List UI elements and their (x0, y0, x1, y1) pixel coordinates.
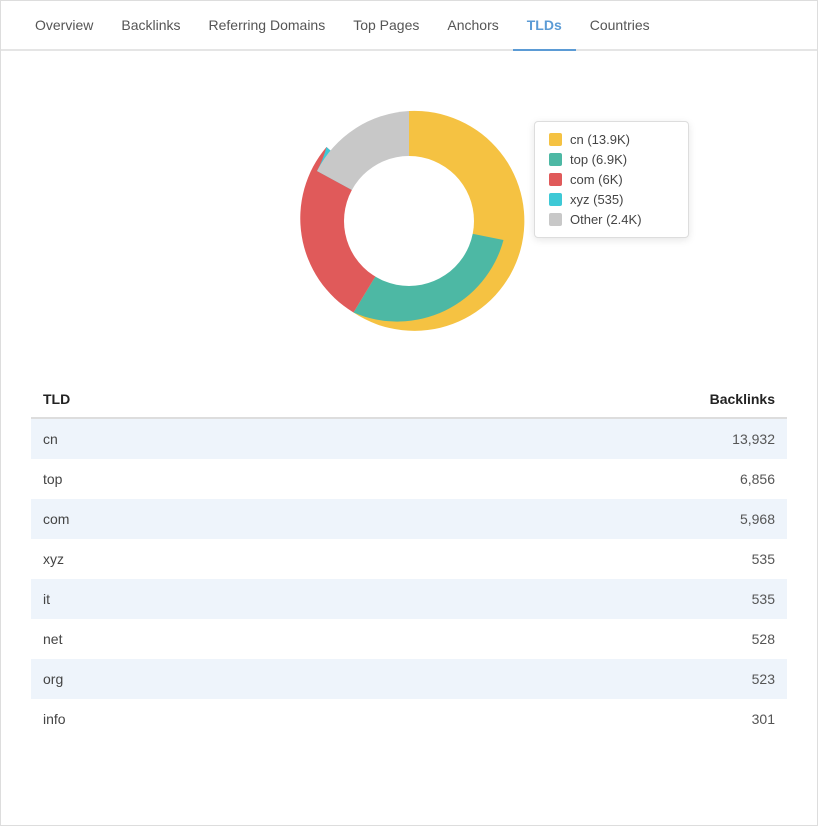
table-row: xyz 535 (31, 539, 787, 579)
tooltip-color-swatch (549, 153, 562, 166)
nav-tab-overview[interactable]: Overview (21, 1, 107, 51)
table-row: top 6,856 (31, 459, 787, 499)
tld-table: TLD Backlinks cn 13,932 top 6,856 com 5,… (31, 381, 787, 739)
backlinks-cell: 5,968 (306, 499, 787, 539)
tooltip-color-swatch (549, 193, 562, 206)
table-row: net 528 (31, 619, 787, 659)
tooltip-color-swatch (549, 133, 562, 146)
tooltip-item-label: xyz (535) (570, 192, 623, 207)
backlinks-cell: 13,932 (306, 418, 787, 459)
tooltip-item-label: com (6K) (570, 172, 623, 187)
table-body: cn 13,932 top 6,856 com 5,968 xyz 535 it… (31, 418, 787, 739)
donut-chart: cn (13.9K)top (6.9K)com (6K)xyz (535)Oth… (279, 91, 539, 351)
tld-cell: top (31, 459, 306, 499)
tooltip-color-swatch (549, 213, 562, 226)
table-row: info 301 (31, 699, 787, 739)
tld-cell: com (31, 499, 306, 539)
chart-area: cn (13.9K) top (6.9K) com (6K) xyz (535) Oth… (1, 51, 817, 371)
backlinks-cell: 523 (306, 659, 787, 699)
backlinks-cell: 301 (306, 699, 787, 739)
backlinks-cell: 528 (306, 619, 787, 659)
tld-cell: it (31, 579, 306, 619)
tooltip-color-swatch (549, 173, 562, 186)
nav-tab-referring-domains[interactable]: Referring Domains (195, 1, 340, 51)
nav-tabs: OverviewBacklinksReferring DomainsTop Pa… (1, 1, 817, 51)
table-section: TLD Backlinks cn 13,932 top 6,856 com 5,… (1, 371, 817, 759)
backlinks-cell: 6,856 (306, 459, 787, 499)
table-row: com 5,968 (31, 499, 787, 539)
tooltip-item: cn (13.9K) (549, 132, 674, 147)
tld-cell: org (31, 659, 306, 699)
tooltip-item: top (6.9K) (549, 152, 674, 167)
tooltip-item-label: cn (13.9K) (570, 132, 630, 147)
tooltip-item: xyz (535) (549, 192, 674, 207)
col-tld-header: TLD (31, 381, 306, 418)
backlinks-cell: 535 (306, 539, 787, 579)
tooltip-item: com (6K) (549, 172, 674, 187)
donut-svg (279, 91, 539, 351)
tld-cell: info (31, 699, 306, 739)
nav-tab-tlds[interactable]: TLDs (513, 1, 576, 51)
nav-tab-anchors[interactable]: Anchors (433, 1, 512, 51)
nav-tab-backlinks[interactable]: Backlinks (107, 1, 194, 51)
table-row: org 523 (31, 659, 787, 699)
tld-cell: xyz (31, 539, 306, 579)
col-backlinks-header: Backlinks (306, 381, 787, 418)
chart-tooltip: cn (13.9K) top (6.9K) com (6K) xyz (535) Oth… (534, 121, 689, 238)
backlinks-cell: 535 (306, 579, 787, 619)
table-header-row: TLD Backlinks (31, 381, 787, 418)
tooltip-item-label: Other (2.4K) (570, 212, 642, 227)
table-row: cn 13,932 (31, 418, 787, 459)
nav-tab-top-pages[interactable]: Top Pages (339, 1, 433, 51)
tooltip-item-label: top (6.9K) (570, 152, 627, 167)
table-row: it 535 (31, 579, 787, 619)
donut-hole (344, 156, 474, 286)
tld-cell: net (31, 619, 306, 659)
nav-tab-countries[interactable]: Countries (576, 1, 664, 51)
tooltip-item: Other (2.4K) (549, 212, 674, 227)
tld-cell: cn (31, 418, 306, 459)
